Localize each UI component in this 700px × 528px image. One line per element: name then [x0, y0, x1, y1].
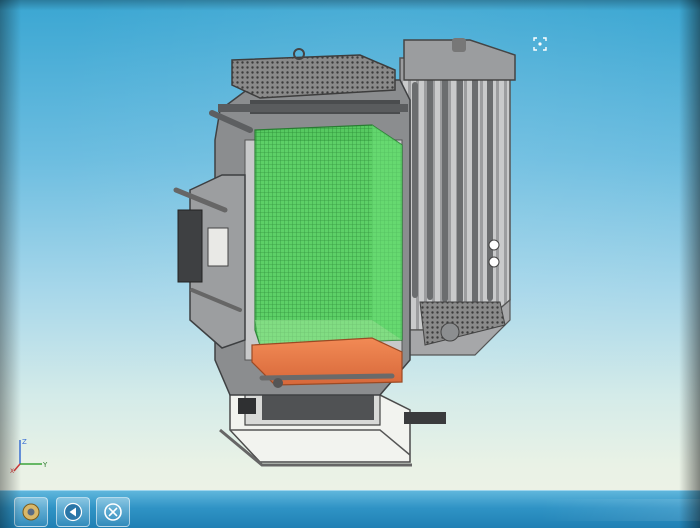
- fit-view-icon: [533, 37, 547, 51]
- boiler-3d-model[interactable]: [0, 0, 700, 490]
- highlighted-chamber[interactable]: [254, 124, 403, 346]
- back-arrow-icon: [63, 502, 83, 522]
- cad-viewport[interactable]: Z Y X: [0, 0, 700, 490]
- axis-y-label: Y: [42, 461, 48, 469]
- axis-triad: Z Y X: [10, 434, 50, 475]
- axis-z-label: Z: [22, 438, 27, 446]
- screen: Z Y X: [0, 0, 700, 528]
- tube-bank: [399, 38, 516, 356]
- fit-view-button[interactable]: [532, 36, 548, 52]
- axis-x-label: X: [10, 468, 14, 474]
- taskbar-tool-button[interactable]: [96, 497, 130, 527]
- taskbar-right-area: [540, 499, 700, 521]
- taskbar: [0, 490, 700, 528]
- tool-icon: [104, 503, 122, 521]
- taskbar-app-button[interactable]: [14, 497, 48, 527]
- taskbar-back-button[interactable]: [56, 497, 90, 527]
- bottom-hopper[interactable]: [251, 337, 403, 388]
- start-app-icon: [22, 503, 40, 521]
